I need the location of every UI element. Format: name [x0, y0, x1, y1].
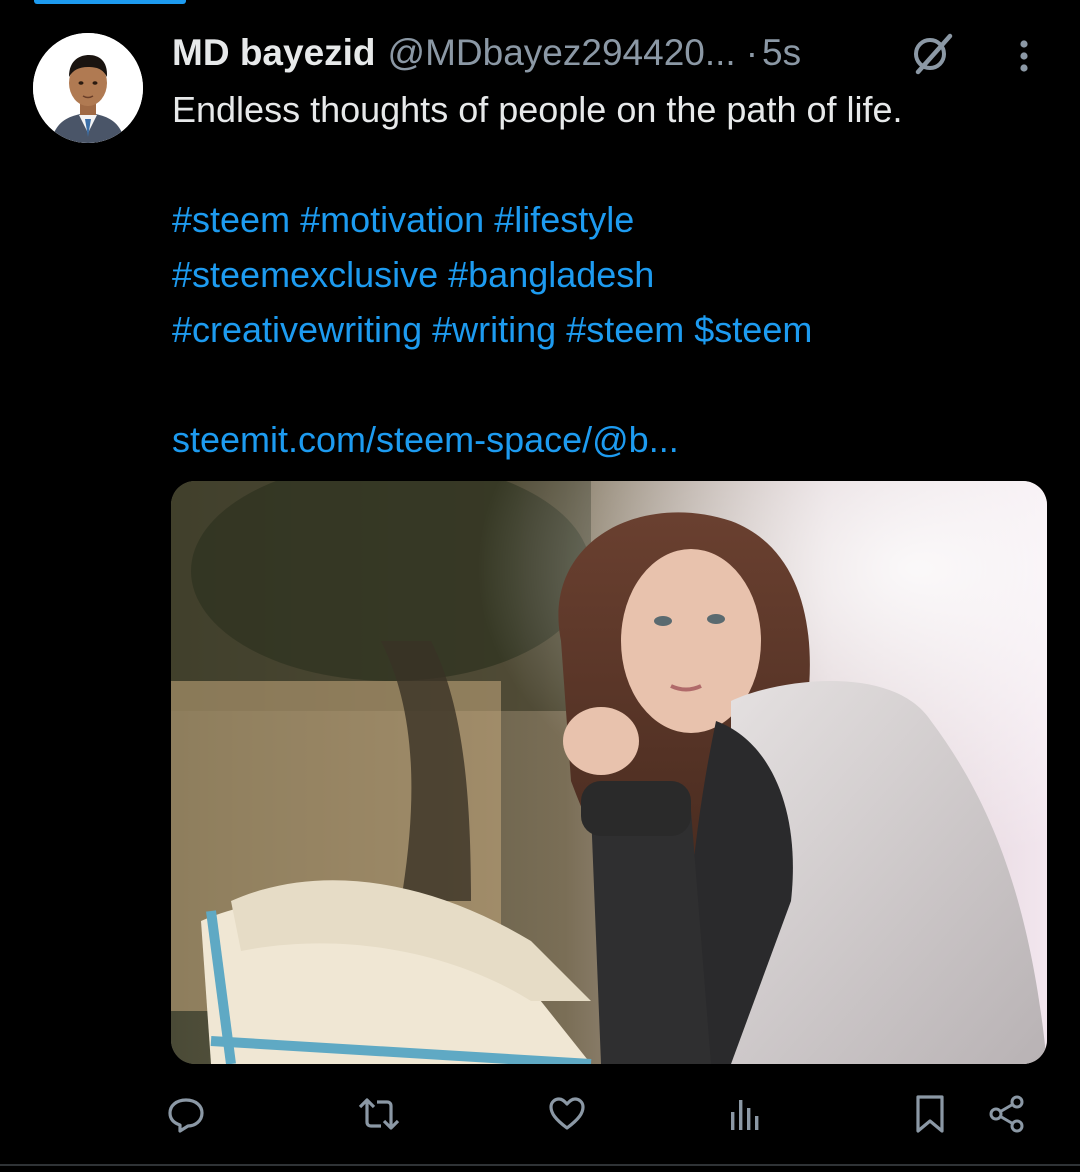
- hashtag[interactable]: #writing: [432, 309, 556, 350]
- more-vertical-icon[interactable]: [1004, 36, 1044, 76]
- hashtag[interactable]: #steem: [566, 309, 684, 350]
- views-icon[interactable]: [715, 1086, 771, 1142]
- hashtag[interactable]: #lifestyle: [494, 199, 634, 240]
- share-icon[interactable]: [979, 1086, 1035, 1142]
- bookmark-icon[interactable]: [902, 1086, 958, 1142]
- tweet-text: Endless thoughts of people on the path o…: [172, 82, 1052, 467]
- cashtag[interactable]: $steem: [694, 309, 812, 350]
- avatar[interactable]: [33, 33, 143, 143]
- hashtag-line-2: #steemexclusive #bangladesh: [172, 247, 1052, 302]
- grok-icon[interactable]: [906, 30, 958, 78]
- repost-icon[interactable]: [351, 1086, 407, 1142]
- image-woman-reading-book-icon: [171, 481, 1047, 1064]
- hashtag[interactable]: #steemexclusive: [172, 254, 438, 295]
- like-icon[interactable]: [539, 1086, 595, 1142]
- separator-dot: ·: [745, 32, 759, 73]
- divider: [0, 1164, 1080, 1166]
- tweet-link[interactable]: steemit.com/steem-space/@b...: [172, 412, 1052, 467]
- hashtag[interactable]: #creativewriting: [172, 309, 422, 350]
- hashtag-line-1: #steem #motivation #lifestyle: [172, 192, 1052, 247]
- tweet-media-photo[interactable]: [171, 481, 1047, 1064]
- user-handle[interactable]: @MDbayez294420...: [388, 32, 736, 74]
- reply-icon[interactable]: [158, 1086, 214, 1142]
- top-tab-indicator: [34, 0, 186, 4]
- hashtag[interactable]: #motivation: [300, 199, 484, 240]
- timestamp[interactable]: 5s: [762, 32, 801, 74]
- hashtag[interactable]: #bangladesh: [448, 254, 654, 295]
- tweet-actions: [0, 1086, 1080, 1142]
- profile-photo-icon: [33, 33, 143, 143]
- tweet-header: MD bayezid @MDbayez294420... · 5s: [172, 28, 972, 78]
- hashtag[interactable]: #steem: [172, 199, 290, 240]
- hashtag-line-3: #creativewriting #writing #steem $steem: [172, 302, 1052, 357]
- display-name[interactable]: MD bayezid: [172, 32, 376, 74]
- tweet-intro: Endless thoughts of people on the path o…: [172, 89, 903, 130]
